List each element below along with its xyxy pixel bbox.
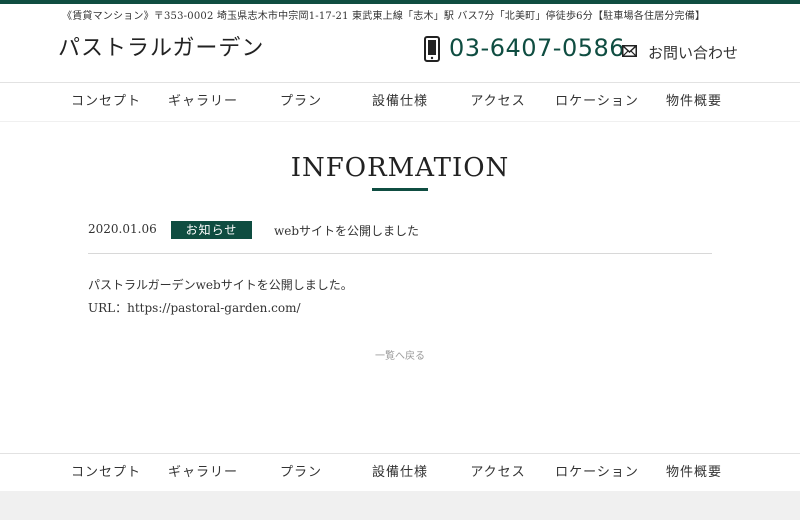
- page-title: INFORMATION: [290, 153, 510, 183]
- site-title[interactable]: パストラルガーデン: [58, 30, 264, 62]
- footer-nav-item-plan[interactable]: プラン: [280, 454, 322, 492]
- top-accent-bar: [0, 0, 800, 4]
- nav-item-gallery[interactable]: ギャラリー: [168, 83, 238, 121]
- nav-item-access[interactable]: アクセス: [470, 83, 525, 121]
- post-date: 2020.01.06: [88, 222, 157, 236]
- nav-item-equipment[interactable]: 設備仕様: [372, 83, 428, 121]
- footer-nav: コンセプト ギャラリー プラン 設備仕様 アクセス ロケーション 物件概要: [0, 453, 800, 493]
- post-body-line: パストラルガーデンwebサイトを公開しました。: [88, 278, 353, 292]
- post-title: webサイトを公開しました: [274, 224, 420, 238]
- phone-number[interactable]: 03-6407-0586: [449, 34, 625, 62]
- nav-item-overview[interactable]: 物件概要: [666, 83, 722, 121]
- smartphone-icon: [424, 36, 440, 62]
- footer-nav-item-access[interactable]: アクセス: [470, 454, 525, 492]
- footer-nav-item-location[interactable]: ロケーション: [555, 454, 639, 492]
- nav-item-plan[interactable]: プラン: [280, 83, 322, 121]
- nav-item-location[interactable]: ロケーション: [555, 83, 639, 121]
- footer-band: [0, 491, 800, 520]
- post-body-url[interactable]: URL：https://pastoral-garden.com/: [88, 299, 301, 316]
- global-nav: コンセプト ギャラリー プラン 設備仕様 アクセス ロケーション 物件概要: [0, 82, 800, 122]
- nav-item-concept[interactable]: コンセプト: [71, 83, 141, 121]
- title-underline: [372, 188, 428, 191]
- post-divider: [88, 253, 712, 254]
- footer-nav-item-gallery[interactable]: ギャラリー: [168, 454, 238, 492]
- header-address: 《賃貸マンション》〒353-0002 埼玉県志木市中宗岡1-17-21 東武東上…: [62, 11, 706, 22]
- footer-nav-item-concept[interactable]: コンセプト: [71, 454, 141, 492]
- footer-nav-item-equipment[interactable]: 設備仕様: [372, 454, 428, 492]
- footer-nav-item-overview[interactable]: 物件概要: [666, 454, 722, 492]
- mail-icon[interactable]: [622, 45, 637, 57]
- back-to-list-link[interactable]: 一覧へ戻る: [0, 347, 800, 362]
- category-badge: お知らせ: [171, 221, 252, 239]
- contact-link[interactable]: お問い合わせ: [648, 42, 738, 63]
